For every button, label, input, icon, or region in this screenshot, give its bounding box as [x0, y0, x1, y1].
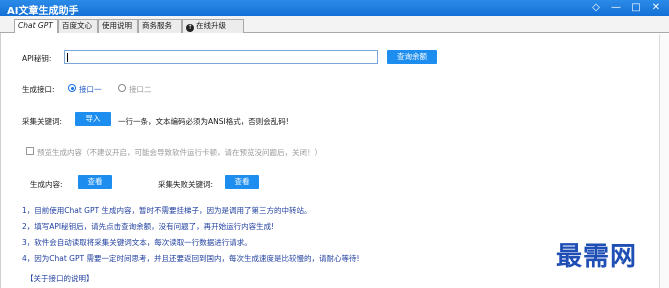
tab-label: 使用说明: [102, 21, 132, 30]
interface-1-label: 接口一: [79, 85, 102, 94]
arrow-up-icon: ↑: [186, 24, 194, 32]
maximize-button[interactable]: □: [628, 1, 644, 14]
view-content-button[interactable]: 查看: [78, 175, 112, 189]
tab-label: 商务服务: [142, 21, 172, 30]
scrollbar[interactable]: [659, 34, 669, 288]
tab-chat-gpt[interactable]: Chat GPT: [14, 19, 58, 34]
tab-business[interactable]: 商务服务: [138, 19, 182, 33]
note-3: 3，软件会自动读取将采集关键词文本，每次读取一行数据进行请求。: [22, 238, 252, 247]
generated-content-label: 生成内容:: [30, 180, 63, 189]
interface-1-radio[interactable]: [68, 84, 76, 92]
interface-label: 生成接口:: [22, 85, 55, 94]
text-caret: [67, 53, 68, 62]
tab-label: 在线升级: [196, 21, 226, 30]
window-title: AI文章生成助手: [7, 6, 79, 17]
tab-baidu-wenxin[interactable]: 百度文心: [58, 19, 98, 33]
query-balance-button[interactable]: 查询余额: [387, 50, 437, 64]
about-interface-link[interactable]: 【关于接口的说明】: [26, 273, 94, 284]
note-4: 4，因为Chat GPT 需要一定时间思考，并且还要返回到国内，每次生成速度是比…: [22, 254, 360, 263]
tab-bar: Chat GPT 百度文心 使用说明 商务服务 ↑ 在线升级: [0, 16, 669, 34]
watermark: 最需网: [556, 242, 638, 272]
preview-checkbox[interactable]: [26, 147, 34, 155]
failed-keywords-label: 采集失败关键词:: [158, 180, 214, 189]
minimize-button[interactable]: —: [608, 1, 624, 14]
tab-label: Chat GPT: [18, 21, 53, 30]
title-bar: AI文章生成助手 ◇ — □ ✕: [0, 0, 669, 17]
import-button[interactable]: 导入: [75, 112, 111, 126]
interface-2-label: 接口二: [129, 85, 152, 94]
keywords-label: 采集关键词:: [22, 117, 63, 126]
view-failed-button[interactable]: 查看: [225, 175, 259, 189]
note-1: 1，目前使用Chat GPT 生成内容，暂时不需要挂梯子，因为是调用了第三方的中…: [22, 206, 312, 215]
skin-button[interactable]: ◇: [588, 1, 604, 14]
tab-online-upgrade[interactable]: ↑ 在线升级: [182, 19, 244, 33]
tab-label: 百度文心: [62, 21, 92, 30]
close-button[interactable]: ✕: [648, 1, 664, 14]
api-key-label: API秘钥:: [22, 54, 52, 63]
note-2: 2，填写API秘钥后，请先点击查询余额，没有问题了，再开始运行内容生成!: [22, 222, 275, 231]
interface-2-radio[interactable]: [118, 84, 126, 92]
api-key-input[interactable]: [64, 50, 378, 64]
tab-instructions[interactable]: 使用说明: [98, 19, 138, 33]
preview-label: 预览生成内容（不建议开启，可能会导致软件运行卡顿，请在预览没问题后，关闭！）: [37, 148, 322, 157]
keywords-hint: 一行一条，文本编码必须为ANSI格式，否则会乱码!: [118, 117, 289, 126]
